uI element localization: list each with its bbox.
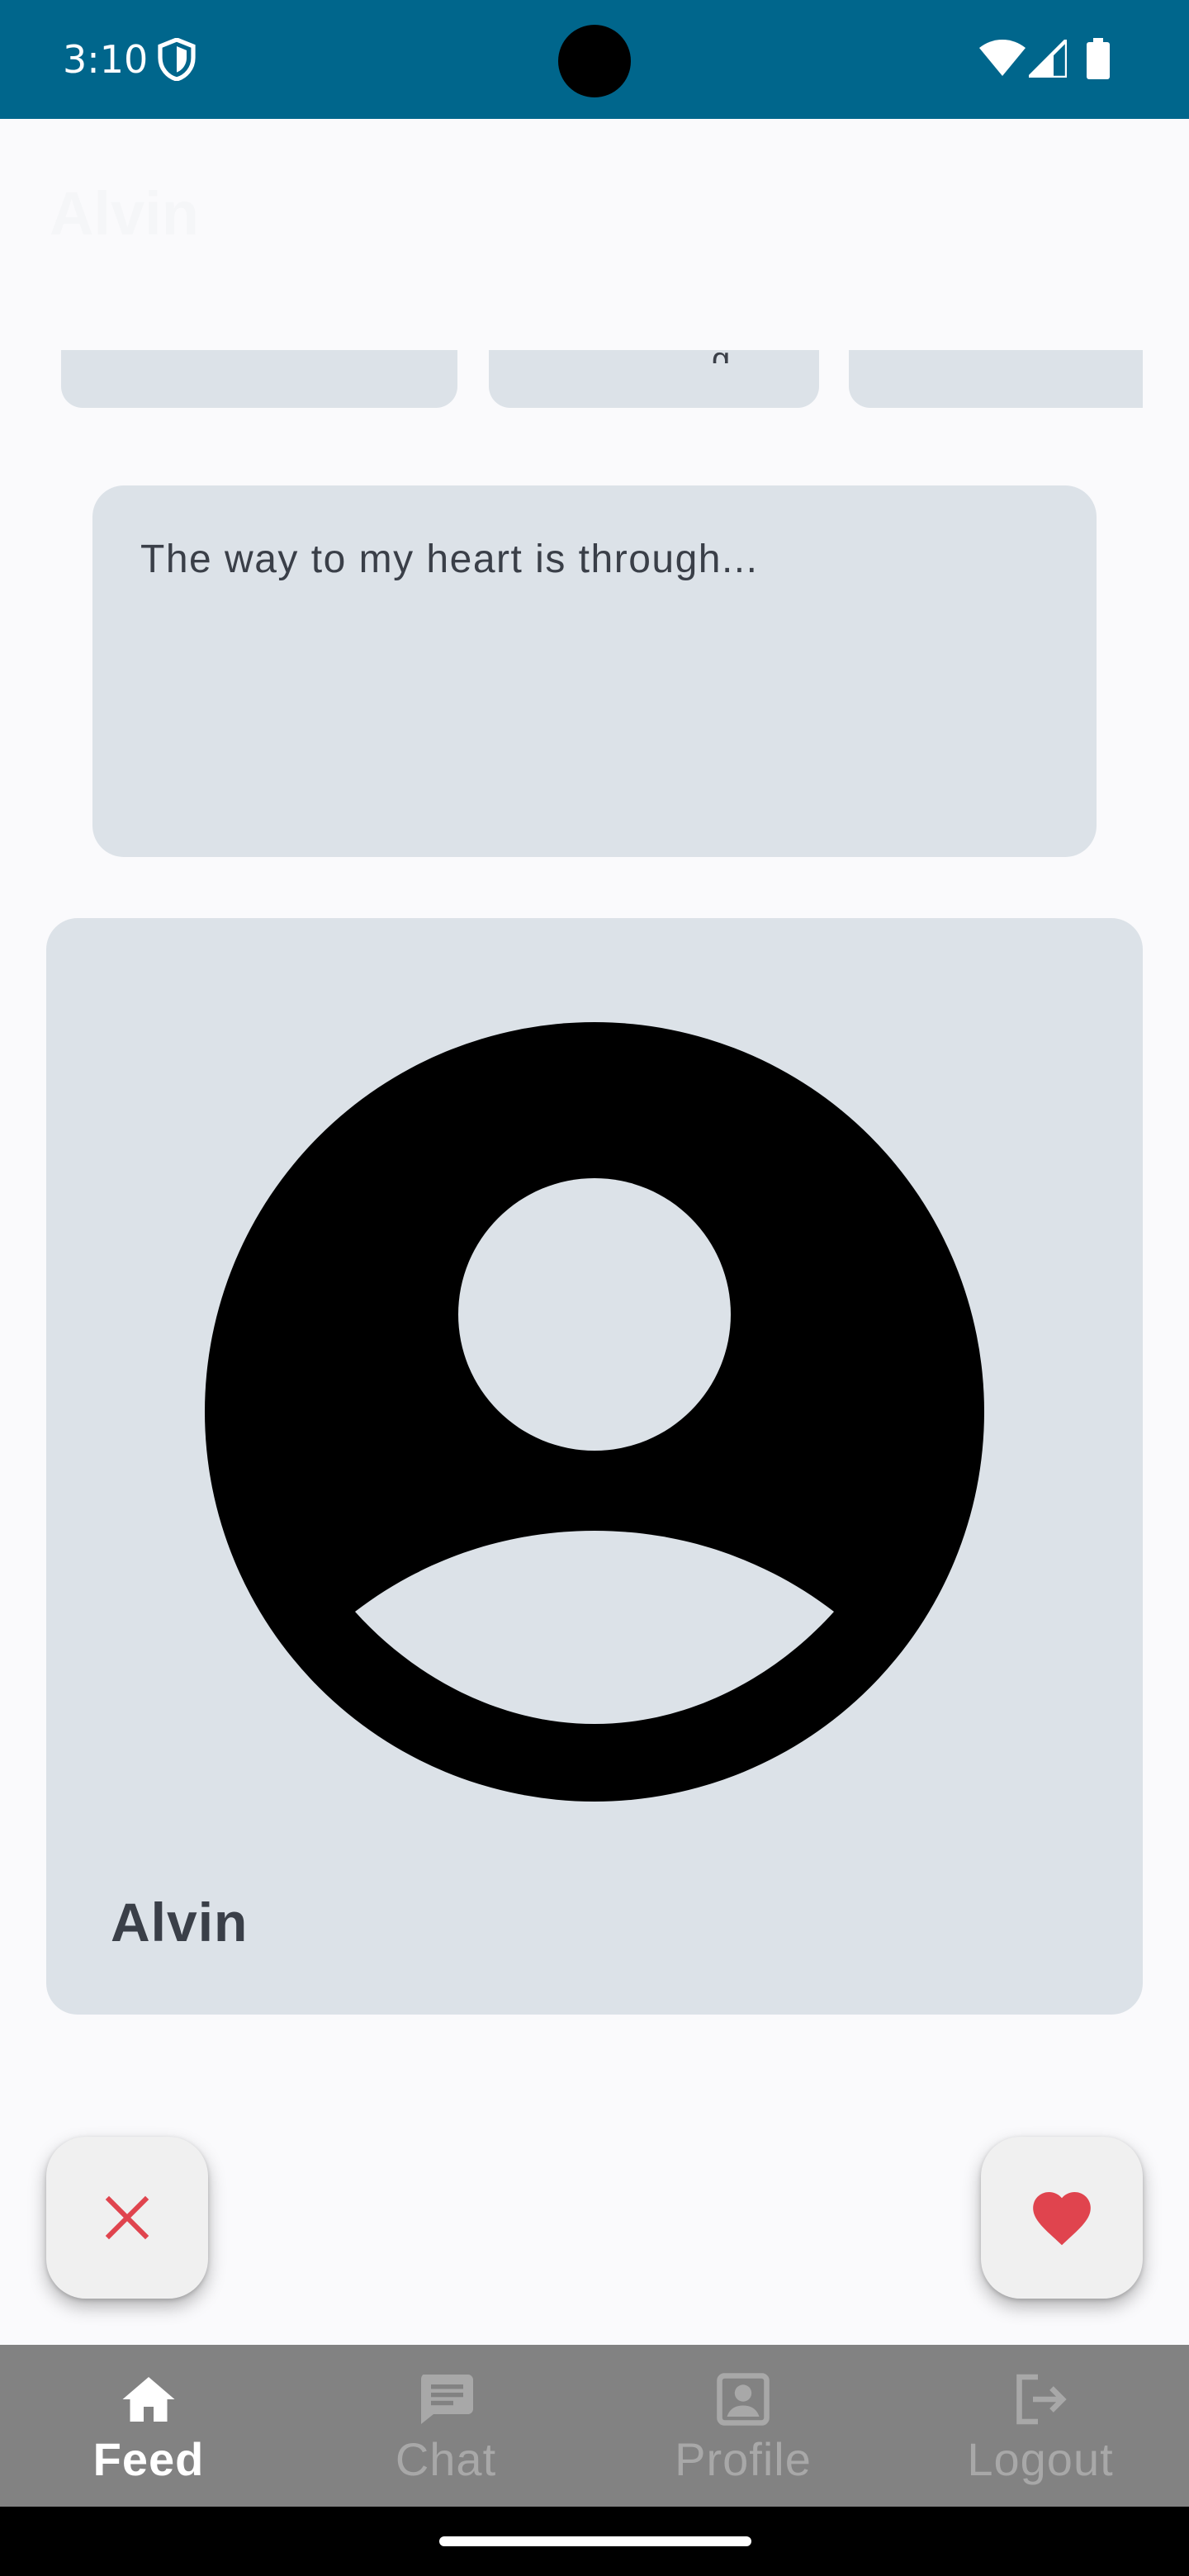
prompt-chip-row[interactable]: g — [0, 350, 1189, 410]
cell-signal-icon — [1029, 40, 1067, 78]
prompt-card[interactable]: The way to my heart is through... — [92, 485, 1097, 857]
account-circle-icon — [205, 1022, 984, 1802]
status-time: 3:10 — [63, 37, 149, 82]
shield-icon — [158, 38, 196, 81]
status-bar: 3:10 — [0, 0, 1189, 119]
nav-item-profile[interactable]: Profile — [594, 2345, 892, 2507]
gesture-handle[interactable] — [439, 2536, 751, 2546]
profile-icon — [717, 2373, 770, 2426]
like-button[interactable] — [981, 2137, 1143, 2299]
nav-item-logout[interactable]: Logout — [892, 2345, 1189, 2507]
profile-card[interactable]: Alvin — [46, 918, 1143, 2015]
home-icon — [122, 2377, 175, 2422]
prompt-chip[interactable] — [61, 350, 457, 408]
nav-label-profile: Profile — [675, 2433, 812, 2485]
battery-icon — [1087, 38, 1110, 79]
nav-label-feed: Feed — [92, 2433, 205, 2485]
nav-item-feed[interactable]: Feed — [0, 2345, 297, 2507]
prompt-chip[interactable]: g — [489, 350, 819, 408]
app-bar-title: Alvin — [50, 179, 199, 248]
nav-label-logout: Logout — [967, 2433, 1114, 2485]
logout-icon — [1016, 2374, 1067, 2425]
wifi-icon — [979, 40, 1026, 76]
close-icon — [105, 2195, 149, 2240]
nav-item-chat[interactable]: Chat — [297, 2345, 594, 2507]
gesture-navigation-area — [0, 2507, 1189, 2576]
prompt-chip-label-fragment: g — [712, 350, 737, 363]
dislike-button[interactable] — [46, 2137, 208, 2299]
heart-icon — [1033, 2191, 1091, 2246]
nav-label-chat: Chat — [395, 2433, 497, 2485]
chat-icon — [421, 2375, 473, 2424]
bottom-navigation: Feed Chat Profile Logout — [0, 2345, 1189, 2507]
profile-name: Alvin — [111, 1892, 249, 1953]
prompt-text: The way to my heart is through... — [140, 537, 759, 581]
camera-cutout — [558, 25, 631, 97]
prompt-chip[interactable] — [849, 350, 1143, 408]
